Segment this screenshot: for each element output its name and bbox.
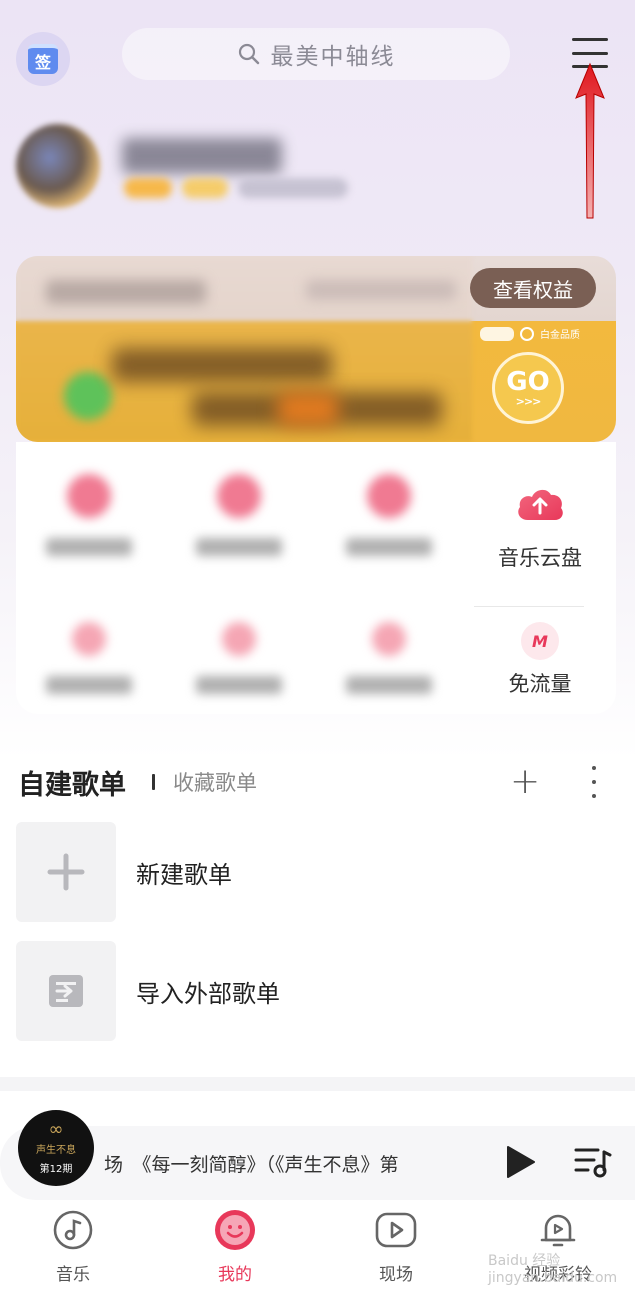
sign-in-button[interactable]: 签 bbox=[16, 32, 70, 86]
vip-blur-text bbox=[306, 280, 456, 300]
smile-face-icon bbox=[215, 1210, 255, 1250]
music-note-icon bbox=[53, 1210, 93, 1250]
music-cloud-button[interactable]: 音乐云盘 bbox=[484, 482, 596, 572]
section-divider bbox=[0, 1077, 635, 1091]
list-item-new-playlist[interactable]: 新建歌单 bbox=[16, 822, 616, 922]
search-icon bbox=[238, 43, 259, 65]
disc-episode: 第12期 bbox=[39, 1164, 73, 1175]
mzone-icon: M bbox=[521, 622, 559, 660]
tab-label: 音乐 bbox=[56, 1265, 90, 1285]
now-playing-title[interactable]: 场 《每一刻简醇》（《声生不息》第 bbox=[104, 1150, 434, 1178]
tool-item-blurred[interactable] bbox=[196, 474, 282, 556]
tab-mine[interactable]: 我的 bbox=[180, 1208, 290, 1285]
go-label: GO bbox=[506, 366, 550, 397]
free-traffic-button[interactable]: M 免流量 bbox=[484, 622, 596, 698]
disc-subtitle: 声生不息 bbox=[36, 1145, 76, 1156]
tool-item-blurred[interactable] bbox=[46, 474, 132, 556]
mzone-text: M bbox=[532, 631, 548, 651]
sign-label: 签 bbox=[34, 53, 51, 72]
user-avatar[interactable] bbox=[16, 124, 100, 208]
cloud-upload-icon bbox=[518, 489, 563, 520]
baidu-watermark: Baidu 经验 jingyan.baidu.com bbox=[488, 1253, 618, 1286]
tab-created-playlists[interactable]: 自建歌单 bbox=[18, 763, 126, 802]
calendar-icon: 签 bbox=[28, 44, 58, 74]
tab-label: 现场 bbox=[379, 1265, 413, 1285]
vip-blur-highlight bbox=[278, 392, 338, 426]
album-cover[interactable]: ∞ 声生不息 第12期 bbox=[18, 1110, 94, 1186]
tab-live[interactable]: 现场 bbox=[341, 1208, 451, 1285]
bell-icon bbox=[540, 1214, 576, 1247]
play-icon[interactable] bbox=[502, 1144, 538, 1180]
tool-item-blurred[interactable] bbox=[46, 622, 132, 694]
user-tags-blurred bbox=[124, 178, 348, 198]
list-item-import-playlist[interactable]: 导入外部歌单 bbox=[16, 941, 616, 1041]
list-item-label: 新建歌单 bbox=[136, 860, 232, 889]
more-icon[interactable] bbox=[584, 766, 604, 798]
tab-collected-playlists[interactable]: 收藏歌单 bbox=[173, 767, 257, 797]
tab-music[interactable]: 音乐 bbox=[18, 1208, 128, 1285]
plus-icon bbox=[16, 822, 116, 922]
tab-label: 我的 bbox=[218, 1265, 252, 1285]
sound-logo-icon bbox=[520, 326, 534, 341]
go-arrows: >>> bbox=[515, 394, 542, 408]
vip-blur-text bbox=[46, 280, 206, 304]
search-placeholder: 最美中轴线 bbox=[270, 44, 396, 70]
tool-item-blurred[interactable] bbox=[196, 622, 282, 694]
view-benefits-button[interactable]: 查看权益 bbox=[470, 268, 596, 308]
brand-logo-icon bbox=[480, 326, 514, 341]
playlist-queue-icon[interactable] bbox=[574, 1146, 612, 1178]
red-arrow-annotation bbox=[575, 62, 605, 219]
brand-label: 白金品质 bbox=[540, 330, 580, 341]
vip-brand-logos: 白金品质 bbox=[480, 326, 580, 341]
vip-blur-headline bbox=[112, 348, 332, 382]
search-bar[interactable]: 最美中轴线 bbox=[122, 28, 510, 80]
import-icon bbox=[16, 941, 116, 1041]
cloud-label: 音乐云盘 bbox=[498, 546, 582, 570]
list-item-label: 导入外部歌单 bbox=[136, 979, 280, 1008]
tab-separator bbox=[152, 774, 155, 790]
user-name-blurred[interactable] bbox=[122, 138, 282, 174]
vip-blur-icon bbox=[64, 372, 112, 420]
go-button[interactable]: GO >>> bbox=[492, 352, 564, 424]
tool-item-blurred[interactable] bbox=[346, 474, 432, 556]
divider bbox=[474, 606, 584, 607]
add-icon[interactable]: + bbox=[510, 764, 540, 800]
tool-item-blurred[interactable] bbox=[346, 622, 432, 694]
play-screen-icon bbox=[375, 1212, 417, 1248]
disc-logo: ∞ bbox=[48, 1119, 64, 1140]
traffic-label: 免流量 bbox=[508, 672, 572, 696]
playlist-header: 自建歌单 收藏歌单 + bbox=[18, 760, 618, 804]
